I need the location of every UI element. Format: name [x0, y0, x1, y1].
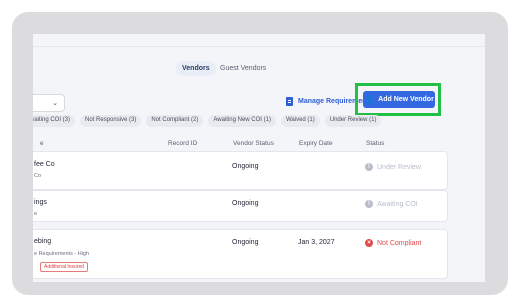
expiry-date: Jan 3, 2027: [298, 239, 335, 246]
tab-vendors[interactable]: Vendors: [176, 61, 216, 76]
alert-icon: !: [365, 200, 373, 208]
chevron-down-icon: ⌄: [52, 100, 58, 107]
column-header-vendor-status: Vendor Status: [233, 140, 274, 147]
chip-awaiting-new-coi[interactable]: Awaiting New COI (1): [208, 115, 276, 127]
status-label: Awaiting COI: [377, 200, 418, 208]
vendor-status: Ongoing: [232, 239, 259, 246]
column-header-name: e: [40, 140, 44, 147]
vendor-name: ebing: [34, 238, 52, 245]
tab-bar: Vendors Guest Vendors: [33, 58, 485, 78]
status-filter-chips: waiting COI (3) Not Responsive (3) Not C…: [33, 115, 382, 127]
chip-under-review[interactable]: Under Review (1): [324, 115, 382, 127]
status-badge: ! Awaiting COI: [365, 200, 418, 208]
status-badge: ! Under Review: [365, 163, 421, 171]
add-new-vendor-label: Add New Vendor: [378, 96, 434, 103]
column-header-record-id: Record ID: [168, 140, 198, 147]
vendor-status: Ongoing: [232, 200, 259, 207]
app-screen: Vendors Guest Vendors ⌄ Manage Requireme…: [33, 34, 485, 282]
vendor-subtitle: e Requirements - High: [34, 251, 90, 257]
user-plus-icon: 👤: [364, 95, 375, 104]
vendor-status: Ongoing: [232, 163, 259, 170]
status-label: Not Compliant: [377, 239, 422, 247]
vendor-name: ings: [34, 199, 47, 206]
requirement-tag: Additional Insured: [40, 262, 89, 272]
chip-not-compliant[interactable]: Not Compliant (2): [146, 115, 204, 127]
tab-guest-vendors[interactable]: Guest Vendors: [214, 61, 272, 76]
table-row[interactable]: fee Co Co Ongoing ! Under Review: [33, 151, 448, 190]
filter-dropdown[interactable]: ⌄: [33, 94, 65, 112]
column-header-status: Status: [366, 140, 385, 147]
table-row[interactable]: ings e Ongoing ! Awaiting COI: [33, 190, 448, 222]
chip-awaiting-coi[interactable]: waiting COI (3): [33, 115, 76, 127]
vendor-subtitle: Co: [34, 173, 42, 179]
device-frame: Vendors Guest Vendors ⌄ Manage Requireme…: [12, 12, 508, 295]
chip-waived[interactable]: Waived (1): [280, 115, 320, 127]
error-icon: ×: [365, 239, 373, 247]
chip-not-responsive[interactable]: Not Responsive (3): [80, 115, 142, 127]
vendor-subtitle: e: [34, 211, 38, 217]
divider: [33, 46, 485, 47]
document-icon: [286, 96, 293, 106]
status-badge: × Not Compliant: [365, 239, 421, 247]
column-header-expiry-date: Expiry Date: [299, 140, 333, 147]
table-row[interactable]: ebing e Requirements - High Additional I…: [33, 229, 448, 279]
alert-icon: !: [365, 163, 373, 171]
vendor-name: fee Co: [34, 161, 55, 168]
add-new-vendor-button[interactable]: 👤 Add New Vendor: [363, 91, 435, 108]
status-label: Under Review: [377, 163, 421, 171]
